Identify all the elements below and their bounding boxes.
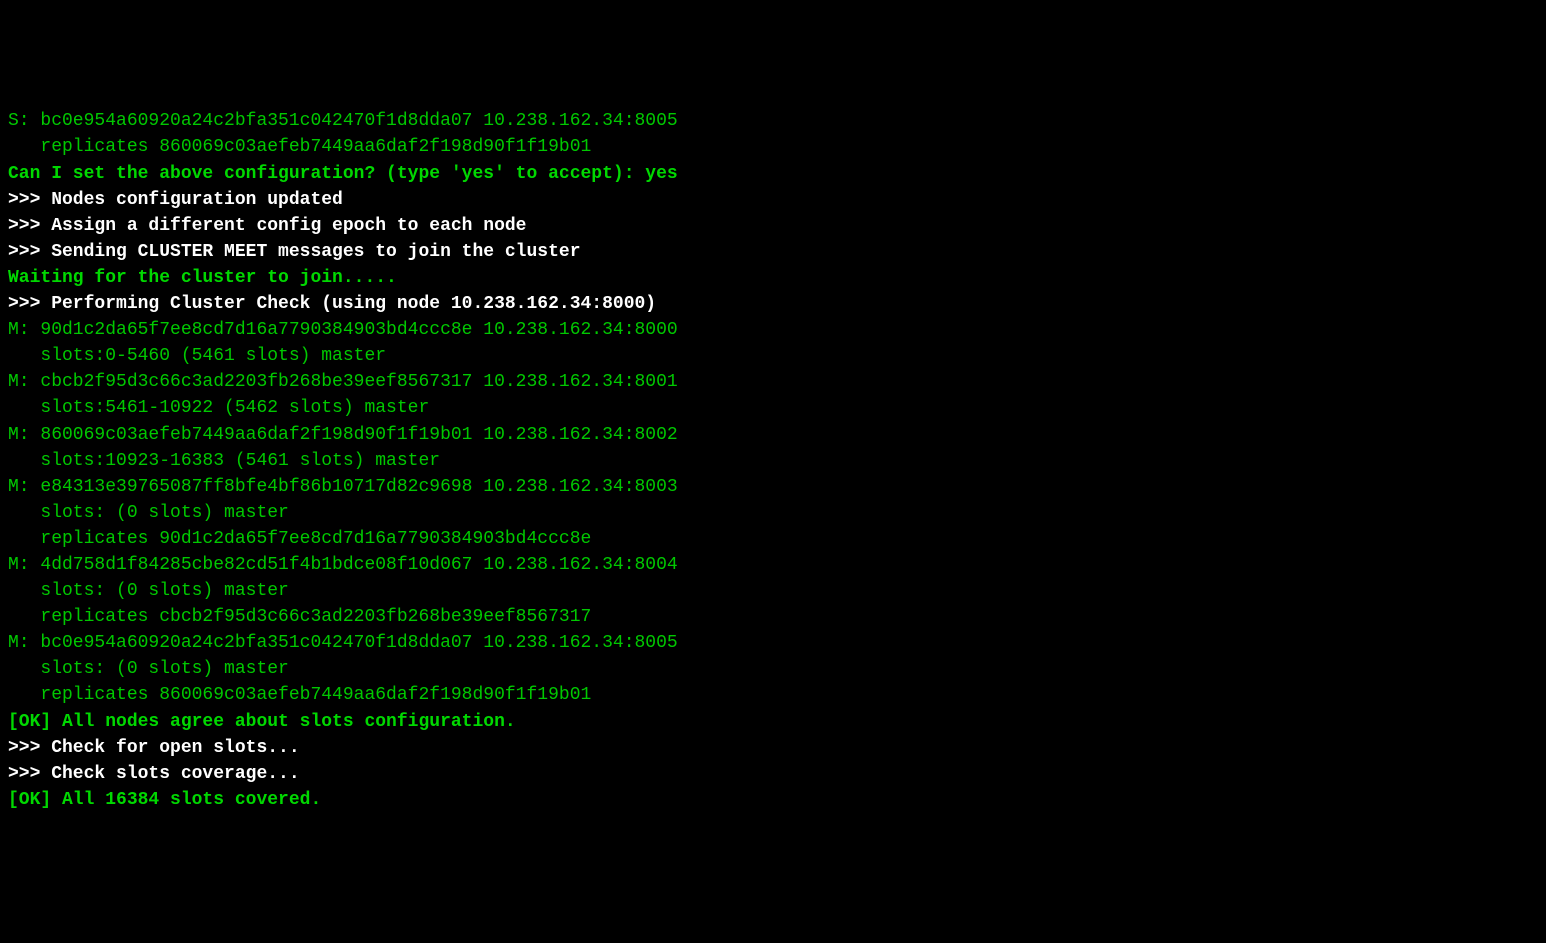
terminal-line: >>> Nodes configuration updated: [8, 187, 1538, 213]
terminal-line: M: 4dd758d1f84285cbe82cd51f4b1bdce08f10d…: [8, 552, 1538, 578]
terminal-line: S: bc0e954a60920a24c2bfa351c042470f1d8dd…: [8, 108, 1538, 134]
terminal-line: Can I set the above configuration? (type…: [8, 161, 1538, 187]
terminal-line: M: 90d1c2da65f7ee8cd7d16a7790384903bd4cc…: [8, 317, 1538, 343]
terminal-line: M: cbcb2f95d3c66c3ad2203fb268be39eef8567…: [8, 369, 1538, 395]
terminal-line: slots:5461-10922 (5462 slots) master: [8, 395, 1538, 421]
terminal-line: replicates cbcb2f95d3c66c3ad2203fb268be3…: [8, 604, 1538, 630]
terminal-line: M: 860069c03aefeb7449aa6daf2f198d90f1f19…: [8, 422, 1538, 448]
terminal-line: >>> Check slots coverage...: [8, 761, 1538, 787]
terminal-line: slots: (0 slots) master: [8, 656, 1538, 682]
terminal-line: slots: (0 slots) master: [8, 500, 1538, 526]
terminal-line: [OK] All nodes agree about slots configu…: [8, 709, 1538, 735]
terminal-line: replicates 90d1c2da65f7ee8cd7d16a7790384…: [8, 526, 1538, 552]
terminal-line: >>> Sending CLUSTER MEET messages to joi…: [8, 239, 1538, 265]
terminal-output: S: bc0e954a60920a24c2bfa351c042470f1d8dd…: [8, 108, 1538, 813]
terminal-line: >>> Check for open slots...: [8, 735, 1538, 761]
terminal-line: M: e84313e39765087ff8bfe4bf86b10717d82c9…: [8, 474, 1538, 500]
terminal-line: >>> Performing Cluster Check (using node…: [8, 291, 1538, 317]
terminal-line: slots: (0 slots) master: [8, 578, 1538, 604]
terminal-line: Waiting for the cluster to join.....: [8, 265, 1538, 291]
terminal-line: slots:0-5460 (5461 slots) master: [8, 343, 1538, 369]
terminal-line: replicates 860069c03aefeb7449aa6daf2f198…: [8, 134, 1538, 160]
terminal-line: >>> Assign a different config epoch to e…: [8, 213, 1538, 239]
terminal-line: replicates 860069c03aefeb7449aa6daf2f198…: [8, 682, 1538, 708]
terminal-line: slots:10923-16383 (5461 slots) master: [8, 448, 1538, 474]
terminal-line: [OK] All 16384 slots covered.: [8, 787, 1538, 813]
terminal-line: M: bc0e954a60920a24c2bfa351c042470f1d8dd…: [8, 630, 1538, 656]
